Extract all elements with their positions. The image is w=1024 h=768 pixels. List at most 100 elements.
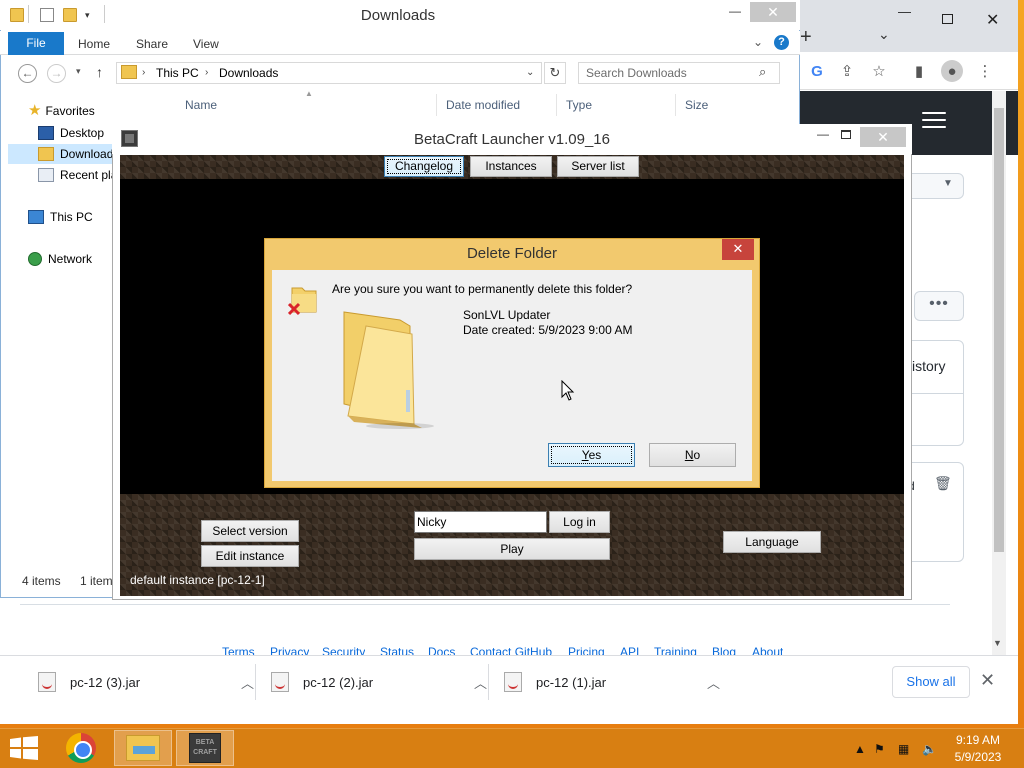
close-button[interactable]: ✕ (750, 2, 796, 22)
footer-link-about[interactable]: About (752, 645, 783, 655)
address-chevron-icon[interactable]: ⌄ (526, 67, 534, 78)
tab-home[interactable]: Home (78, 37, 110, 51)
refresh-icon[interactable]: ↻ (544, 62, 566, 84)
new-folder-icon[interactable] (63, 8, 77, 22)
footer-link-security[interactable]: Security (322, 645, 365, 655)
download-item[interactable]: pc-12 (2).jar ︿ (271, 662, 499, 702)
nav-desktop[interactable]: Desktop (38, 126, 104, 140)
column-size[interactable]: Size (685, 98, 708, 112)
chrome-close-icon[interactable]: ✕ (986, 10, 999, 30)
chrome-maximize-icon[interactable] (942, 14, 953, 24)
column-divider[interactable] (675, 94, 676, 116)
chrome-menu-icon[interactable]: ⋮ (974, 60, 996, 82)
select-version-button[interactable]: Select version (201, 520, 299, 542)
new-tab-icon[interactable]: + (800, 26, 812, 49)
maximize-icon[interactable] (841, 130, 851, 139)
column-name[interactable]: Name (185, 98, 217, 112)
yes-button[interactable]: Yes (548, 443, 635, 467)
nav-favorites[interactable]: ★ Favorites (28, 103, 95, 118)
play-button[interactable]: Play (414, 538, 610, 560)
forward-icon[interactable]: → (47, 64, 66, 83)
tab-share[interactable]: Share (136, 37, 168, 51)
download-item[interactable]: pc-12 (3).jar ︿ (38, 662, 266, 702)
chevron-up-icon[interactable]: ︿ (474, 673, 487, 692)
column-type[interactable]: Type (566, 98, 592, 112)
help-icon[interactable]: ? (774, 35, 789, 50)
search-icon[interactable]: ⌕ (759, 64, 766, 80)
language-button[interactable]: Language (723, 531, 821, 553)
betacraft-app-icon[interactable] (121, 130, 138, 147)
no-button[interactable]: No (649, 443, 736, 467)
footer-link-docs[interactable]: Docs (428, 645, 455, 655)
close-button[interactable]: ✕ (860, 127, 906, 147)
action-center-flag-icon[interactable]: ⚑ (874, 742, 885, 756)
nav-downloads[interactable]: Download (38, 147, 113, 161)
download-item[interactable]: pc-12 (1).jar ︿ (504, 662, 732, 702)
minimize-icon[interactable]: — (729, 4, 741, 18)
volume-muted-icon[interactable]: 🔈 (922, 742, 937, 756)
folder-icon[interactable] (10, 8, 24, 22)
footer-link-privacy[interactable]: Privacy (270, 645, 309, 655)
clock-time[interactable]: 9:19 AM (948, 733, 1008, 747)
taskbar-file-explorer[interactable] (114, 730, 172, 766)
footer-link-blog[interactable]: Blog (712, 645, 736, 655)
close-icon[interactable]: ✕ (980, 670, 995, 691)
breadcrumb-this-pc[interactable]: This PC (156, 66, 199, 80)
back-icon[interactable]: ← (18, 64, 37, 83)
footer-link-contact[interactable]: Contact GitHub (470, 645, 552, 655)
column-date-modified[interactable]: Date modified (446, 98, 520, 112)
edit-instance-button[interactable]: Edit instance (201, 545, 299, 567)
show-hidden-icons-icon[interactable]: ▲ (854, 742, 866, 756)
clock-date[interactable]: 5/9/2023 (948, 750, 1008, 764)
nav-recent-places[interactable]: Recent pla (38, 168, 117, 182)
side-panel-icon[interactable]: ▮ (908, 60, 930, 82)
more-options-button[interactable]: ••• (914, 291, 964, 321)
up-icon[interactable]: ↑ (96, 64, 103, 80)
tab-server-list[interactable]: Server list (557, 156, 639, 177)
expand-ribbon-icon[interactable]: ⌄ (753, 35, 763, 49)
taskbar-chrome[interactable] (52, 730, 110, 766)
nav-label: Network (48, 252, 93, 266)
breadcrumb-chevron-icon[interactable]: › (205, 67, 208, 78)
history-link[interactable]: istory (912, 358, 945, 374)
footer-link-api[interactable]: API (620, 645, 639, 655)
username-input[interactable]: Nicky (414, 511, 547, 533)
chevron-up-icon[interactable]: ︿ (241, 673, 254, 692)
footer-link-terms[interactable]: Terms (222, 645, 255, 655)
tab-file[interactable]: File (8, 32, 64, 55)
column-divider[interactable] (556, 94, 557, 116)
trash-icon[interactable]: 🗑 (934, 475, 952, 492)
tab-instances[interactable]: Instances (470, 156, 552, 177)
tab-changelog[interactable]: Changelog (384, 156, 464, 177)
scroll-down-icon[interactable]: ▼ (993, 638, 1002, 648)
login-button[interactable]: Log in (549, 511, 610, 533)
recent-locations-chevron-icon[interactable]: ▾ (76, 66, 81, 77)
footer-link-training[interactable]: Training (654, 645, 697, 655)
breadcrumb-chevron-icon[interactable]: › (142, 67, 145, 78)
windows-start-icon[interactable] (10, 736, 38, 760)
chrome-icon (66, 733, 96, 763)
footer-link-status[interactable]: Status (380, 645, 414, 655)
nav-this-pc[interactable]: This PC (28, 210, 93, 224)
chrome-minimize-icon[interactable]: — (898, 4, 911, 19)
column-divider[interactable] (436, 94, 437, 116)
footer-link-pricing[interactable]: Pricing (568, 645, 605, 655)
minimize-icon[interactable]: — (817, 127, 829, 141)
google-icon[interactable]: G (806, 60, 828, 82)
chevron-up-icon[interactable]: ︿ (707, 673, 720, 692)
breadcrumb-downloads[interactable]: Downloads (219, 66, 278, 80)
bookmark-star-icon[interactable]: ☆ (868, 60, 890, 82)
customize-chevron-icon[interactable]: ▾ (85, 10, 90, 21)
show-all-button[interactable]: Show all (892, 666, 970, 698)
share-icon[interactable]: ⇪ (836, 60, 858, 82)
dialog-close-button[interactable]: ✕ (722, 239, 754, 260)
hamburger-menu-icon[interactable] (922, 112, 946, 130)
tab-view[interactable]: View (193, 37, 219, 51)
taskbar-betacraft[interactable]: BETA CRAFT (176, 730, 234, 766)
properties-icon[interactable] (40, 8, 54, 22)
profile-avatar-icon[interactable]: ● (941, 60, 963, 82)
tab-search-chevron-icon[interactable]: ⌄ (878, 26, 890, 43)
scroll-thumb[interactable] (994, 108, 1004, 552)
nav-network[interactable]: Network (28, 252, 92, 266)
network-tray-icon[interactable]: ▦ (898, 742, 909, 756)
